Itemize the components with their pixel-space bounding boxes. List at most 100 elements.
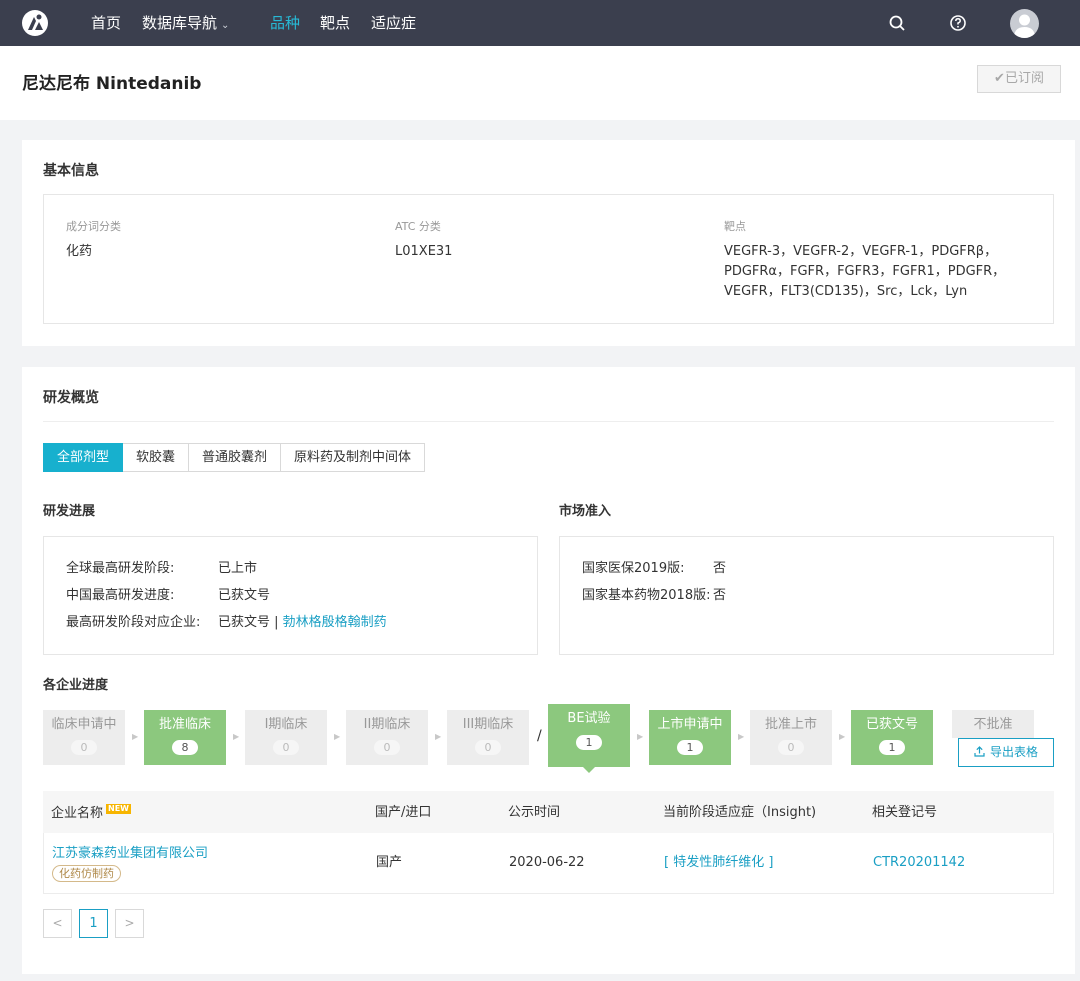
- target-label: 靶点: [724, 220, 746, 233]
- stage-phase-3[interactable]: III期临床 0: [447, 710, 529, 765]
- chevron-down-icon: ⌄: [221, 20, 230, 31]
- col-company-label: 企业名称: [51, 806, 104, 821]
- selected-stage-pointer: [583, 767, 595, 773]
- insurance-label: 国家医保2019版:: [582, 561, 685, 576]
- insurance-value: 否: [713, 561, 727, 576]
- table-header: 企业名称 NEW 国产/进口 公示时间 当前阶段适应症（Insight) 相关登记…: [43, 791, 1054, 833]
- help-icon[interactable]: [948, 13, 968, 33]
- stage-name: 批准上市: [764, 717, 817, 732]
- dosage-tabs: 全部剂型 软胶囊 普通胶囊剂 原料药及制剂中间体: [43, 443, 426, 472]
- top-company-link[interactable]: 勃林格殷格翰制药: [283, 615, 387, 630]
- col-publish-date: 公示时间: [508, 805, 561, 820]
- stage-count: 0: [71, 740, 97, 755]
- chevron-right-icon: ▶: [233, 732, 240, 741]
- rd-overview-heading: 研发概览: [43, 390, 99, 406]
- top-company-value: 已获文号 | 勃林格殷格翰制药: [218, 614, 387, 632]
- pagination-page-1[interactable]: 1: [79, 909, 108, 938]
- tab-capsule[interactable]: 普通胶囊剂: [189, 443, 282, 472]
- basic-info-heading: 基本信息: [43, 163, 99, 179]
- stage-count: 1: [879, 740, 905, 755]
- tab-api-intermediate[interactable]: 原料药及制剂中间体: [281, 443, 426, 472]
- atc-label: ATC 分类: [395, 220, 441, 233]
- atc-value: L01XE31: [395, 244, 453, 259]
- target-value-line-1: VEGFR-3，VEGFR-2，VEGFR-1，PDGFRβ，: [724, 244, 998, 259]
- logo-icon[interactable]: [22, 10, 48, 36]
- tab-soft-capsule[interactable]: 软胶囊: [123, 443, 190, 472]
- enterprise-progress-heading: 各企业进度: [43, 678, 109, 693]
- stage-clinical-application[interactable]: 临床申请中 0: [43, 710, 125, 765]
- chevron-right-icon: ▶: [839, 732, 846, 741]
- reg-no-link[interactable]: CTR20201142: [873, 854, 965, 871]
- stage-phase-1[interactable]: I期临床 0: [245, 710, 327, 765]
- stage-market-application[interactable]: 上市申请中 1: [649, 710, 731, 765]
- col-origin: 国产/进口: [375, 805, 432, 820]
- stage-name: I期临床: [264, 717, 308, 732]
- rd-progress-box: 全球最高研发阶段: 已上市 中国最高研发进度: 已获文号 最高研发阶段对应企业:…: [43, 536, 538, 655]
- stage-count: 1: [677, 740, 703, 755]
- indication-link[interactable]: [ 特发性肺纤维化 ]: [664, 854, 773, 871]
- divider: [43, 421, 1054, 422]
- global-stage-label: 全球最高研发阶段:: [66, 561, 175, 576]
- drug-type-tag: 化药仿制药: [52, 865, 121, 882]
- stage-not-approved[interactable]: 不批准: [952, 710, 1034, 738]
- stage-clinical-approved[interactable]: 批准临床 8: [144, 710, 226, 765]
- stage-count: 0: [778, 740, 804, 755]
- col-reg-no: 相关登记号: [872, 805, 938, 820]
- market-access-heading: 市场准入: [559, 504, 612, 519]
- chevron-right-icon: ▶: [334, 732, 341, 741]
- nav-variety[interactable]: 品种: [270, 13, 300, 33]
- china-stage-label: 中国最高研发进度:: [66, 588, 175, 603]
- stage-name: 上市申请中: [657, 717, 723, 732]
- stage-name: 临床申请中: [51, 717, 117, 732]
- chevron-right-icon: ▶: [738, 732, 745, 741]
- stage-count: 1: [576, 735, 602, 750]
- pagination-prev-button[interactable]: <: [43, 909, 72, 938]
- export-table-label: 导出表格: [989, 745, 1038, 759]
- basic-info-card: 基本信息 成分词分类 化药 ATC 分类 L01XE31 靶点 VEGFR-3，…: [22, 140, 1075, 346]
- stage-phase-2[interactable]: II期临床 0: [346, 710, 428, 765]
- china-stage-value: 已获文号: [218, 588, 271, 603]
- stage-name: 批准临床: [158, 717, 211, 732]
- rd-progress-heading: 研发进展: [43, 504, 96, 519]
- stage-name: 已获文号: [865, 717, 918, 732]
- tab-all-dosage[interactable]: 全部剂型: [43, 443, 124, 472]
- nav-target[interactable]: 靶点: [320, 13, 350, 33]
- page-title: 尼达尼布 Nintedanib: [22, 74, 202, 94]
- col-indication: 当前阶段适应症（Insight): [663, 805, 817, 820]
- table-row: 江苏豪森药业集团有限公司 化药仿制药 国产 2020-06-22 [ 特发性肺纤…: [43, 833, 1054, 894]
- search-icon[interactable]: [887, 13, 907, 33]
- avatar[interactable]: [1010, 9, 1039, 38]
- chevron-right-icon: ▶: [435, 732, 442, 741]
- chevron-right-icon: ▶: [132, 732, 139, 741]
- pagination-next-button[interactable]: >: [115, 909, 144, 938]
- essential-drug-label: 国家基本药物2018版:: [582, 588, 711, 603]
- new-badge: NEW: [106, 804, 131, 814]
- stage-count: 0: [374, 740, 400, 755]
- chevron-right-icon: ▶: [637, 732, 644, 741]
- category-value: 化药: [66, 244, 93, 259]
- stage-count: 8: [172, 740, 198, 755]
- upload-icon: [974, 746, 985, 757]
- stage-count: 0: [273, 740, 299, 755]
- title-bar: 尼达尼布 Nintedanib ✔已订阅: [0, 46, 1080, 120]
- target-value-line-2: PDGFRα，FGFR，FGFR3，FGFR1，PDGFR，: [724, 264, 1006, 279]
- col-company: 企业名称 NEW: [51, 804, 131, 822]
- nav-indication[interactable]: 适应症: [371, 13, 416, 33]
- global-stage-value: 已上市: [218, 561, 258, 576]
- export-table-button[interactable]: 导出表格: [958, 738, 1054, 767]
- stage-name: II期临床: [363, 717, 411, 732]
- market-access-box: 国家医保2019版: 否 国家基本药物2018版: 否: [559, 536, 1054, 655]
- basic-info-box: 成分词分类 化药 ATC 分类 L01XE31 靶点 VEGFR-3，VEGFR…: [43, 194, 1054, 324]
- stage-be-trial[interactable]: BE试验 1: [548, 704, 630, 767]
- company-link[interactable]: 江苏豪森药业集团有限公司: [52, 845, 208, 862]
- nav-db-navigation-label: 数据库导航: [142, 14, 218, 32]
- top-company-label: 最高研发阶段对应企业:: [66, 615, 201, 630]
- nav-home[interactable]: 首页: [91, 13, 121, 33]
- subscribed-button[interactable]: ✔已订阅: [977, 65, 1061, 93]
- stage-market-approved[interactable]: 批准上市 0: [750, 710, 832, 765]
- nav-db-navigation[interactable]: 数据库导航 ⌄: [142, 13, 229, 36]
- stage-license-obtained[interactable]: 已获文号 1: [851, 710, 933, 765]
- top-navbar: 首页 数据库导航 ⌄ 品种 靶点 适应症: [0, 0, 1080, 46]
- category-label: 成分词分类: [66, 220, 121, 233]
- stage-count: 0: [475, 740, 501, 755]
